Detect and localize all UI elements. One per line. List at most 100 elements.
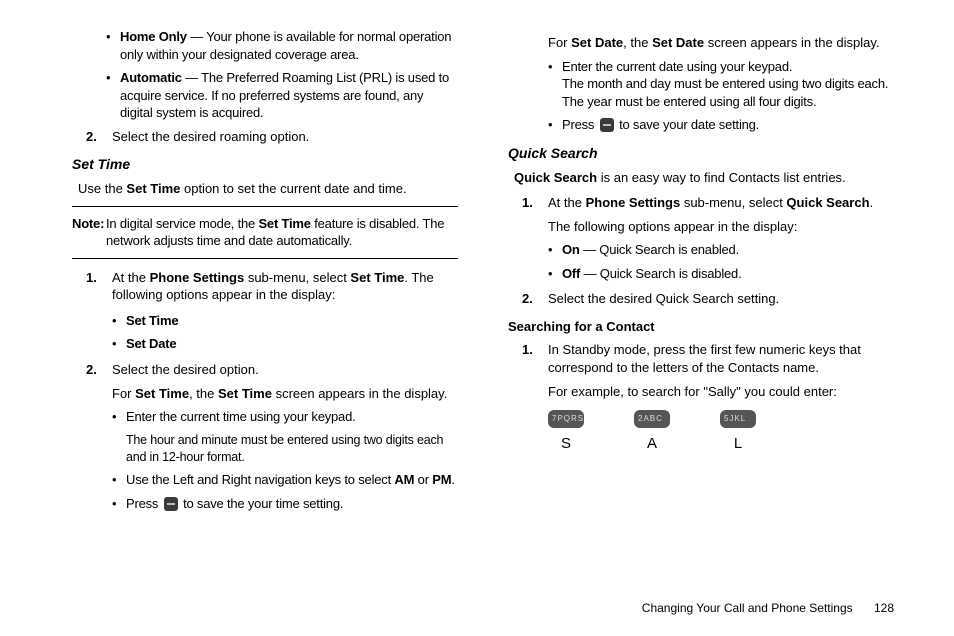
step-1: 1. In Standby mode, press the first few … (508, 341, 894, 454)
bold: Set Time (135, 386, 189, 401)
text: . (870, 195, 874, 210)
heading-set-time: Set Time (72, 155, 458, 174)
list-item: Press to save the your time setting. (112, 495, 458, 513)
text: option to set the current date and time. (180, 181, 406, 196)
text: is an easy way to find Contacts list ent… (597, 170, 846, 185)
set-time-substeps: Enter the current time using your keypad… (112, 408, 458, 512)
opt-set-time: Set Time (126, 313, 178, 328)
text: Use the (78, 181, 126, 196)
text: For (112, 386, 135, 401)
set-time-options: Set Time Set Date (112, 312, 458, 353)
text: sub-menu, select (244, 270, 350, 285)
opt-set-date: Set Date (126, 336, 176, 351)
sub-text: The month and day must be entered using … (562, 75, 894, 110)
step-number: 2. (522, 290, 533, 308)
text: Enter the current date using your keypad… (562, 59, 792, 74)
step-1: 1. At the Phone Settings sub-menu, selec… (508, 194, 894, 282)
text: Select the desired Quick Search setting. (548, 291, 779, 306)
text: to save the your time setting. (180, 496, 344, 511)
bold: Set Time (218, 386, 272, 401)
text: sub-menu, select (680, 195, 786, 210)
list-item: Off — Quick Search is disabled. (548, 265, 894, 283)
label-home-only: Home Only (120, 29, 187, 44)
keycap-icon: 2ABC (634, 410, 670, 428)
bold: AM (394, 472, 414, 487)
step-number: 1. (522, 194, 533, 212)
bold: Phone Settings (586, 195, 681, 210)
text: — Quick Search is disabled. (580, 266, 741, 281)
page-footer: Changing Your Call and Phone Settings 12… (642, 600, 894, 616)
text: For (548, 35, 571, 50)
text: Enter the current time using your keypad… (126, 409, 356, 424)
bold: Off (562, 266, 580, 281)
list-item: Home Only — Your phone is available for … (106, 28, 458, 63)
ok-key-icon (600, 118, 614, 132)
divider (72, 258, 458, 259)
text: screen appears in the display. (272, 386, 447, 401)
step-1: 1. At the Phone Settings sub-menu, selec… (72, 269, 458, 353)
text: to save your date setting. (616, 117, 759, 132)
text: In digital service mode, the (106, 216, 258, 231)
heading-searching-contact: Searching for a Contact (508, 318, 894, 336)
set-time-steps: 1. At the Phone Settings sub-menu, selec… (72, 269, 458, 513)
quick-search-steps: 1. At the Phone Settings sub-menu, selec… (508, 194, 894, 308)
bold: Set Date (571, 35, 623, 50)
qs-options: On — Quick Search is enabled. Off — Quic… (548, 241, 894, 282)
step-number: 1. (522, 341, 533, 359)
set-time-intro: Use the Set Time option to set the curre… (78, 180, 458, 198)
list-item: Press to save your date setting. (548, 116, 894, 134)
bold: Set Time (126, 181, 180, 196)
text: — Quick Search is enabled. (580, 242, 739, 257)
bold: Quick Search (786, 195, 869, 210)
step-2: 2. Select the desired roaming option. (72, 128, 458, 146)
list-item: Automatic — The Preferred Roaming List (… (106, 69, 458, 122)
list-item: On — Quick Search is enabled. (548, 241, 894, 259)
text: Select the desired option. (112, 362, 259, 377)
step-number: 1. (86, 269, 97, 287)
text: Select the desired roaming option. (112, 129, 309, 144)
list-item: Enter the current time using your keypad… (112, 408, 458, 465)
text: At the (112, 270, 150, 285)
text: Use the Left and Right navigation keys t… (126, 472, 394, 487)
step-2: 2. Select the desired Quick Search settin… (508, 290, 894, 308)
text: . (451, 472, 454, 487)
for-set-date: For Set Date, the Set Date screen appear… (548, 34, 894, 52)
text: , the (623, 35, 652, 50)
text: or (414, 472, 432, 487)
list-item: Use the Left and Right navigation keys t… (112, 471, 458, 489)
text: , the (189, 386, 218, 401)
key-5: 5JKL L (720, 410, 756, 454)
step-number: 2. (86, 361, 97, 379)
bold: PM (432, 472, 451, 487)
text: screen appears in the display. (704, 35, 879, 50)
note-set-time: Note: In digital service mode, the Set T… (72, 215, 458, 250)
text: In Standby mode, press the first few num… (548, 342, 861, 375)
key-label: A (647, 434, 657, 454)
key-label: S (561, 434, 571, 454)
step-number: 2. (86, 128, 97, 146)
roaming-steps: 2. Select the desired roaming option. (72, 128, 458, 146)
key-2: 2ABC A (634, 410, 670, 454)
bold: Set Time (350, 270, 404, 285)
bold: Quick Search (514, 170, 597, 185)
searching-contact-steps: 1. In Standby mode, press the first few … (508, 341, 894, 454)
label-automatic: Automatic (120, 70, 182, 85)
set-date-block: For Set Date, the Set Date screen appear… (508, 34, 894, 134)
keycap-icon: 5JKL (720, 410, 756, 428)
ok-key-icon (164, 497, 178, 511)
text: Press (562, 117, 598, 132)
quick-search-intro: Quick Search is an easy way to find Cont… (514, 169, 894, 187)
step-2: 2. Select the desired option. For Set Ti… (72, 361, 458, 512)
for-set-time: For Set Time, the Set Time screen appear… (112, 385, 458, 403)
sfc-example: For example, to search for "Sally" you c… (548, 383, 894, 401)
key-7: 7PQRS S (548, 410, 584, 454)
text: At the (548, 195, 586, 210)
set-date-substeps: Enter the current date using your keypad… (548, 58, 894, 134)
list-item: Enter the current date using your keypad… (548, 58, 894, 111)
key-row: 7PQRS S 2ABC A 5JKL L (548, 410, 894, 454)
note-label: Note: (72, 215, 104, 233)
bold: Phone Settings (150, 270, 245, 285)
text: Press (126, 496, 162, 511)
key-label: L (734, 434, 742, 454)
qs-sub: The following options appear in the disp… (548, 218, 894, 236)
